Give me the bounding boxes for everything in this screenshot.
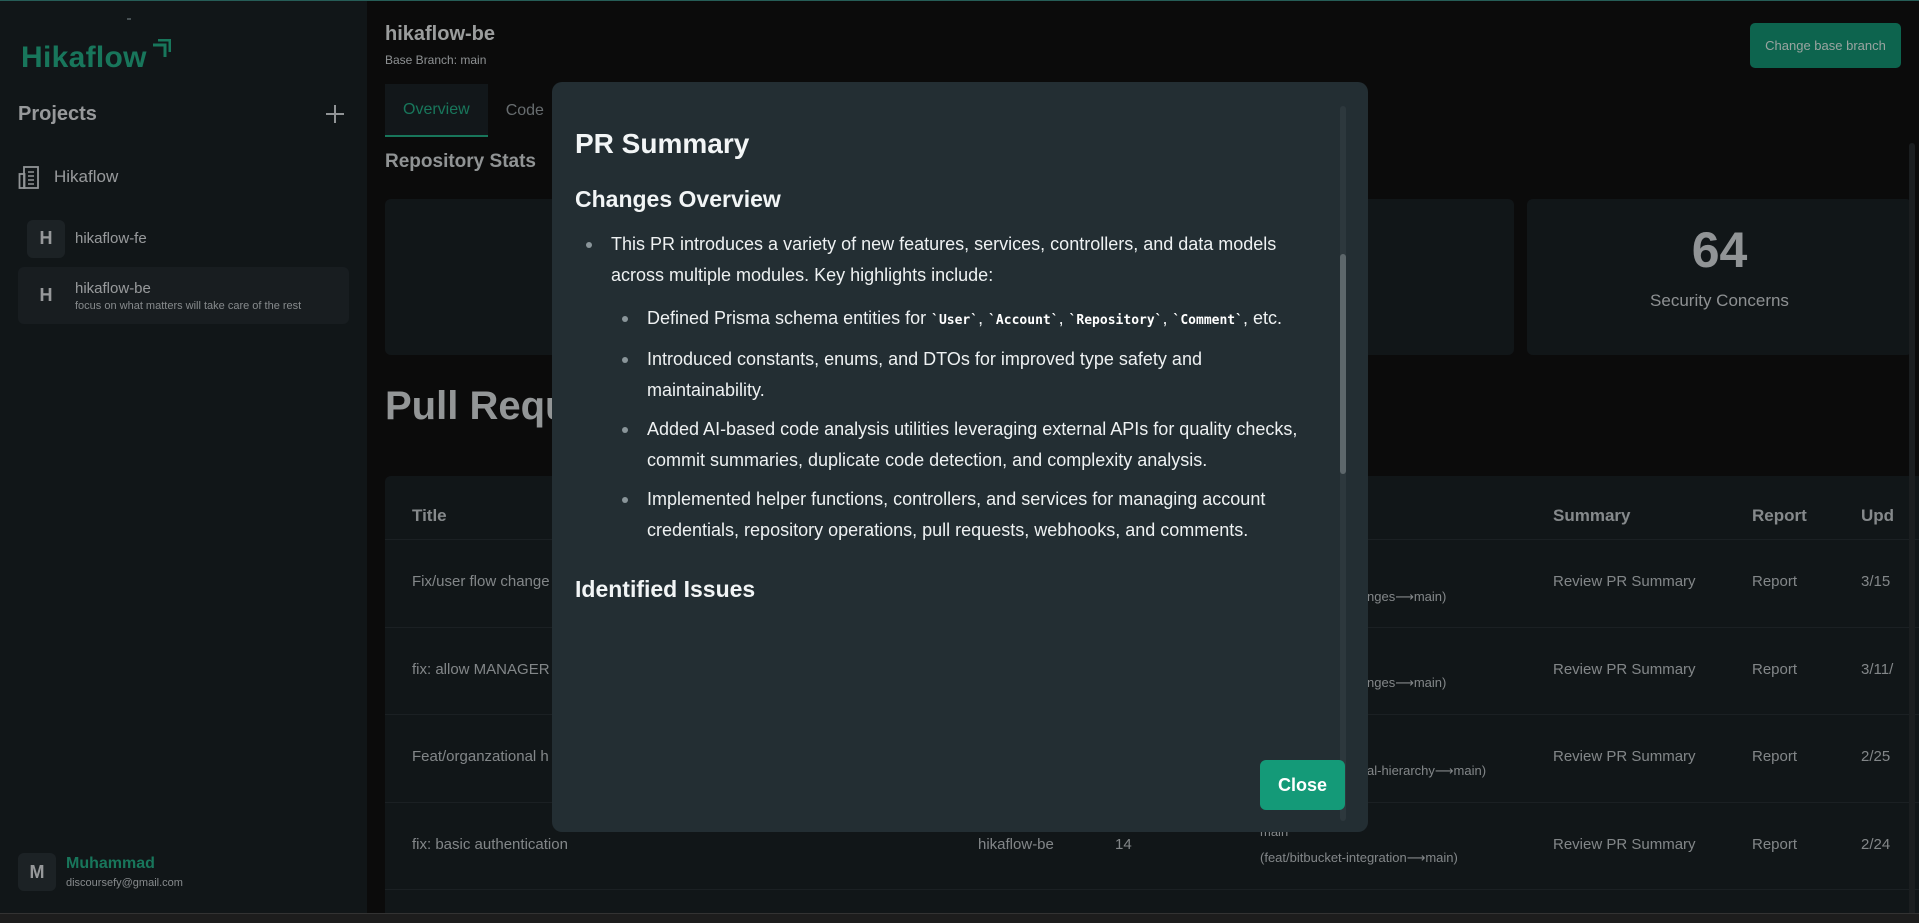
list-item: This PR introduces a variety of new feat… [575,229,1315,291]
modal-title: PR Summary [575,128,750,159]
pr-summary-modal: PR Summary Changes Overview This PR intr… [552,82,1368,832]
modal-scrollbar[interactable] [1340,106,1346,821]
list-item: Defined Prisma schema entities for `User… [575,303,1315,336]
identified-issues-heading: Identified Issues [575,576,756,602]
list-item: Implemented helper functions, controller… [575,484,1315,546]
list-item: Introduced constants, enums, and DTOs fo… [575,344,1315,406]
close-button[interactable]: Close [1260,760,1345,810]
changes-overview-heading: Changes Overview [575,186,781,212]
list-item: Added AI-based code analysis utilities l… [575,414,1315,476]
modal-body: PR Summary Changes Overview This PR intr… [575,118,1315,603]
changes-list: This PR introduces a variety of new feat… [575,229,1315,546]
taskbar [0,913,1919,923]
